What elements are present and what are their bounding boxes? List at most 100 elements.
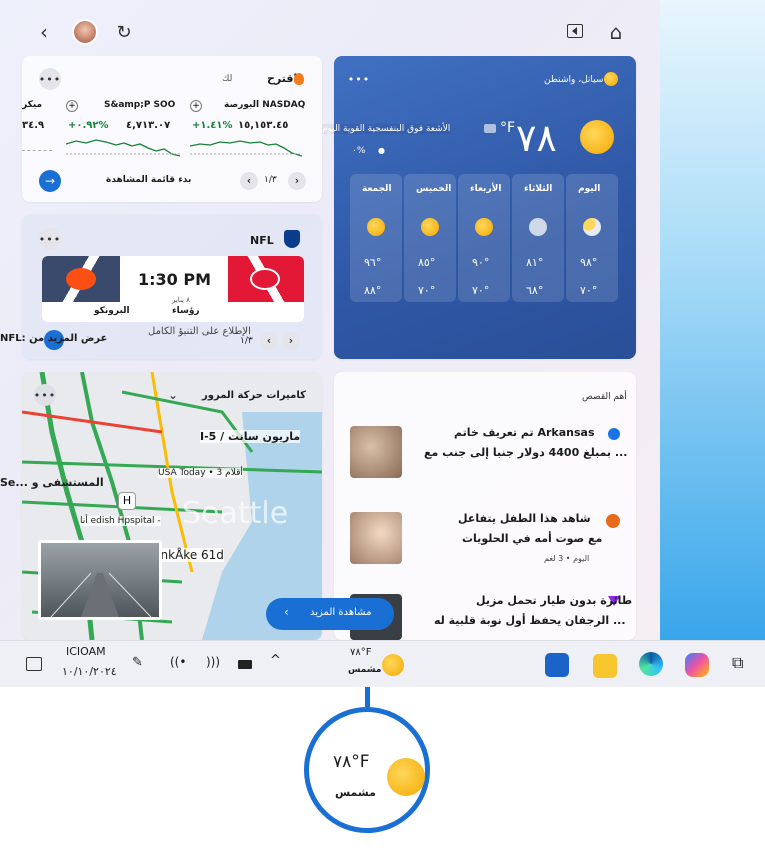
zoom-condition: مشمس	[335, 786, 376, 799]
task-view-icon[interactable]: ⧉	[732, 653, 743, 673]
news-title[interactable]: بمبلغ 4400 دولار جنبا إلى جنب مع ...	[424, 446, 627, 459]
map-label: أنا edish Hpspital -	[80, 516, 161, 526]
news-title[interactable]: الرجفان يحفظ أول نوبة قلبية له ...	[434, 614, 626, 627]
game-score-box[interactable]: 1:30 PM ٨ يناير رؤساء البرونكو	[42, 256, 304, 322]
callout-connector	[365, 687, 370, 709]
road-label: I-5 / ماريون سانت	[200, 430, 301, 443]
day-name: الخميس	[416, 184, 452, 194]
forecast-link[interactable]: الإطلاع على التنبؤ الكامل	[148, 326, 251, 337]
source-icon	[606, 514, 620, 528]
forecast-day[interactable]: الجمعة ٩٦° ٨٨°	[350, 174, 402, 302]
day-name: الأربعاء	[470, 184, 502, 194]
weather-location: سياتل، واشنطن	[544, 75, 604, 85]
copilot-icon[interactable]	[685, 653, 709, 677]
prev-button[interactable]: ‹	[260, 332, 278, 350]
chevron-left-icon: ‹	[284, 605, 289, 619]
widgets-panel: ‹ ↻ ⌂ ••• لك اقترح ميكر ٣٤.٩ + S&amp;P S…	[0, 0, 660, 640]
stocks-subtitle: لك	[222, 74, 233, 84]
chevron-up-icon[interactable]: ^	[270, 653, 281, 668]
see-more-button[interactable]: ‹ مشاهدة المزيد	[266, 598, 394, 630]
forecast-day[interactable]: الثلاثاء ٨١° ٦٨°	[512, 174, 564, 302]
news-thumbnail[interactable]	[350, 426, 402, 478]
taskbar-temp[interactable]: ٧٨°F	[350, 647, 372, 658]
stock-item[interactable]: + البورصة NASDAQ ١٥,١٥٣.٤٥ +١.٤١%	[190, 98, 305, 168]
stock-sparkline	[66, 139, 180, 157]
fire-icon	[294, 73, 304, 85]
news-title[interactable]: طائرة بدون طيار تحمل مزيل	[476, 594, 632, 607]
clock-time[interactable]: ICIOAM	[66, 645, 106, 658]
day-name: اليوم	[578, 184, 601, 194]
add-icon[interactable]: +	[190, 100, 202, 112]
nfl-see-more-link[interactable]: NFL: عرض المزيد من	[0, 333, 107, 344]
forecast-day[interactable]: الأربعاء ٩٠° ٧٠°	[458, 174, 510, 302]
clock-date[interactable]: ١٠/١٠/٢٠٢٤	[62, 665, 117, 678]
prev-button[interactable]: ‹	[240, 172, 258, 190]
file-explorer-icon[interactable]	[593, 654, 617, 678]
news-title[interactable]: مع صوت أمه في الحلويات	[462, 532, 602, 545]
watchlist-label[interactable]: بدء قائمة المشاهدة	[106, 175, 191, 185]
news-title[interactable]: شاهد هذا الطفل يتفاعل	[458, 512, 591, 525]
news-title[interactable]: تم تعريف خاتم Arkansas	[454, 426, 595, 439]
uv-alert: الأشعة فوق البنفسجية القوية اليوم	[322, 124, 451, 134]
low-temp: ٧٠°	[418, 284, 436, 297]
sun-icon[interactable]	[382, 654, 404, 676]
source-icon	[608, 428, 620, 440]
broncos-logo-icon	[66, 268, 96, 290]
stock-value: ٣٤.٩	[22, 120, 45, 131]
refresh-icon[interactable]: ↻	[113, 21, 135, 43]
chevron-down-icon[interactable]: ⌄	[168, 388, 178, 402]
weather-more-button[interactable]: •••	[348, 68, 370, 90]
nfl-title: NFL	[250, 234, 274, 247]
day-name: الثلاثاء	[524, 184, 553, 194]
sunny-icon	[367, 218, 385, 236]
team-home: رؤساء	[172, 306, 200, 316]
desktop-wallpaper	[658, 0, 765, 640]
traffic-more-button[interactable]: •••	[34, 384, 56, 406]
zoom-temp: ٧٨°F	[333, 752, 370, 772]
stock-item[interactable]: ميكر ٣٤.٩	[22, 98, 52, 168]
news-thumbnail[interactable]	[350, 512, 402, 564]
day-name: الجمعة	[362, 184, 392, 194]
stock-change: +٠.٩٢%	[68, 120, 109, 131]
high-temp: ٩٦°	[364, 256, 382, 269]
forecast-day[interactable]: الخميس ٨٥° ٧٠°	[404, 174, 456, 302]
back-icon[interactable]: ‹	[34, 20, 54, 44]
traffic-camera-thumbnail[interactable]	[38, 540, 162, 620]
avatar[interactable]	[72, 19, 98, 45]
weather-card[interactable]: ••• سياتل، واشنطن ٧٨ °F الأشعة فوق البنف…	[322, 56, 636, 359]
watchlist-arrow-button[interactable]: →	[39, 170, 61, 192]
wifi-icon[interactable]: )))	[206, 655, 220, 669]
sunny-icon	[421, 218, 439, 236]
stock-value: ١٥,١٥٣.٤٥	[238, 120, 289, 131]
sunny-icon	[475, 218, 493, 236]
game-time: 1:30 PM	[138, 270, 212, 289]
next-button[interactable]: ›	[282, 332, 300, 350]
forecast-day[interactable]: اليوم ٩٨° ٧٠°	[566, 174, 618, 302]
store-icon[interactable]	[545, 653, 569, 677]
pen-icon[interactable]: ✎	[132, 655, 143, 670]
sun-icon	[387, 758, 425, 796]
stock-sparkline	[190, 140, 302, 157]
pager-label: ١/٣	[264, 175, 277, 185]
stock-item[interactable]: + S&amp;P SOO ٤,٧١٣.٠٧ +٠.٩٢%	[66, 98, 180, 168]
hospital-icon: H	[118, 492, 136, 510]
battery-icon[interactable]	[238, 660, 252, 669]
sidebar-toggle-icon[interactable]	[567, 24, 583, 38]
game-date: ٨ يناير	[172, 296, 190, 304]
volume-icon[interactable]: ((•	[170, 655, 186, 669]
edge-icon[interactable]	[639, 652, 663, 676]
nfl-more-button[interactable]: •••	[39, 228, 61, 250]
team-away: البرونكو	[94, 306, 130, 316]
next-button[interactable]: ›	[288, 172, 306, 190]
stock-name: ميكر	[22, 100, 43, 110]
message-icon	[484, 124, 496, 133]
zoom-callout: ٧٨°F مشمس	[304, 707, 430, 833]
sun-icon	[604, 72, 618, 86]
home-icon[interactable]: ⌂	[604, 20, 628, 44]
stocks-more-button[interactable]: •••	[39, 68, 61, 90]
add-icon[interactable]: +	[66, 100, 78, 112]
rain-icon	[529, 218, 547, 236]
notification-icon[interactable]	[26, 657, 42, 671]
chiefs-logo-icon	[250, 268, 280, 290]
taskbar-condition[interactable]: مشمس	[348, 665, 382, 675]
